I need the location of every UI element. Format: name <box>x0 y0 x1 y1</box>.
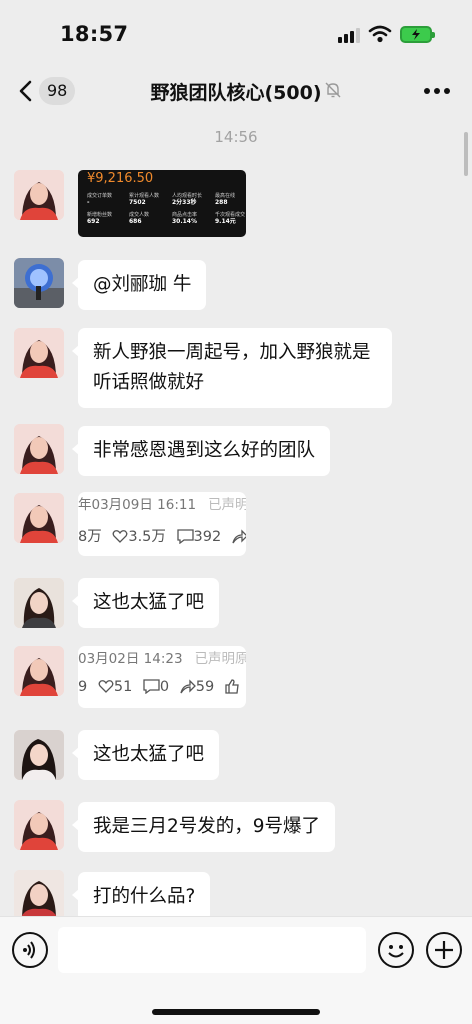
chat-screen: { "status_bar": {"time": "18:57"}, "head… <box>0 0 472 1024</box>
heart-icon <box>112 530 128 543</box>
avatar[interactable] <box>14 258 64 308</box>
more-dots-icon[interactable] <box>424 88 450 96</box>
message-input[interactable] <box>58 927 366 973</box>
live-stats-card[interactable]: ¥9,216.50 成交订单数 - 累计观看人数 7502 人均观看时长 2分33秒 … <box>78 170 246 237</box>
stat-cell: 成交人数 686 <box>129 212 150 225</box>
share-icon <box>180 679 196 694</box>
post-meta: 年03月09日 16:11已声明原 <box>78 497 246 513</box>
stat-cell: 新增粉丝数 692 <box>87 212 113 225</box>
avatar[interactable] <box>14 646 64 696</box>
stat-cell: 人均观看时长 2分33秒 <box>172 193 203 206</box>
post-stats: 8万 3.5万 392 <box>78 525 246 546</box>
chat-title[interactable]: 野狼团队核心(500) <box>0 78 472 105</box>
input-bar <box>0 916 472 1024</box>
status-bar: 18:57 <box>0 0 472 64</box>
message-bubble[interactable]: 我是三月2号发的，9号爆了 <box>71 802 336 852</box>
avatar[interactable] <box>14 328 64 378</box>
post-meta: 03月02日 14:23 已声明原 <box>78 651 246 667</box>
avatar[interactable] <box>14 493 64 543</box>
voice-icon[interactable] <box>12 932 48 968</box>
heart-icon <box>98 680 114 693</box>
avatar[interactable] <box>14 730 64 780</box>
plus-icon[interactable] <box>426 932 462 968</box>
stat-cell: 累计观看人数 7502 <box>129 193 160 206</box>
shared-post-clip[interactable]: 03月02日 14:23 已声明原 9 51 0 59 <box>78 646 246 708</box>
stat-cell: 千次观看成交 9.14元 <box>215 212 246 225</box>
message-bubble[interactable]: 这也太猛了吧 <box>71 730 220 780</box>
avatar[interactable] <box>14 800 64 850</box>
mute-bell-icon <box>325 82 341 98</box>
status-time: 18:57 <box>60 22 129 46</box>
message-bubble[interactable]: 打的什么品? <box>71 872 211 922</box>
avatar[interactable] <box>14 578 64 628</box>
avatar[interactable] <box>14 870 64 920</box>
chat-header: 98 野狼团队核心(500) <box>0 64 472 118</box>
signal-icon <box>338 27 362 43</box>
stat-cell: 商品点击率 30.14% <box>172 212 198 225</box>
stats-amount: ¥9,216.50 <box>87 171 154 186</box>
stat-cell: 成交订单数 - <box>87 193 113 206</box>
like-icon <box>225 679 239 694</box>
message-timestamp: 14:56 <box>214 128 258 146</box>
avatar[interactable] <box>14 424 64 474</box>
battery-icon <box>400 26 435 43</box>
message-bubble[interactable]: 这也太猛了吧 <box>71 578 220 628</box>
avatar[interactable] <box>14 170 64 220</box>
post-stats: 9 51 0 59 <box>78 679 239 695</box>
comment-icon <box>176 529 194 545</box>
share-icon <box>232 529 246 544</box>
message-bubble[interactable]: 非常感恩遇到这么好的团队 <box>71 426 331 476</box>
message-bubble[interactable]: @刘郦珈 牛 <box>71 260 207 310</box>
shared-post-clip[interactable]: 年03月09日 16:11已声明原 8万 3.5万 392 <box>78 492 246 556</box>
message-bubble[interactable]: 新人野狼一周起号，加入野狼就是听话照做就好 <box>72 328 392 408</box>
stat-cell: 最高在线 288 <box>215 193 236 206</box>
home-indicator <box>152 1009 320 1015</box>
comment-icon <box>143 679 160 695</box>
wifi-icon <box>368 25 392 43</box>
emoji-icon[interactable] <box>378 932 414 968</box>
